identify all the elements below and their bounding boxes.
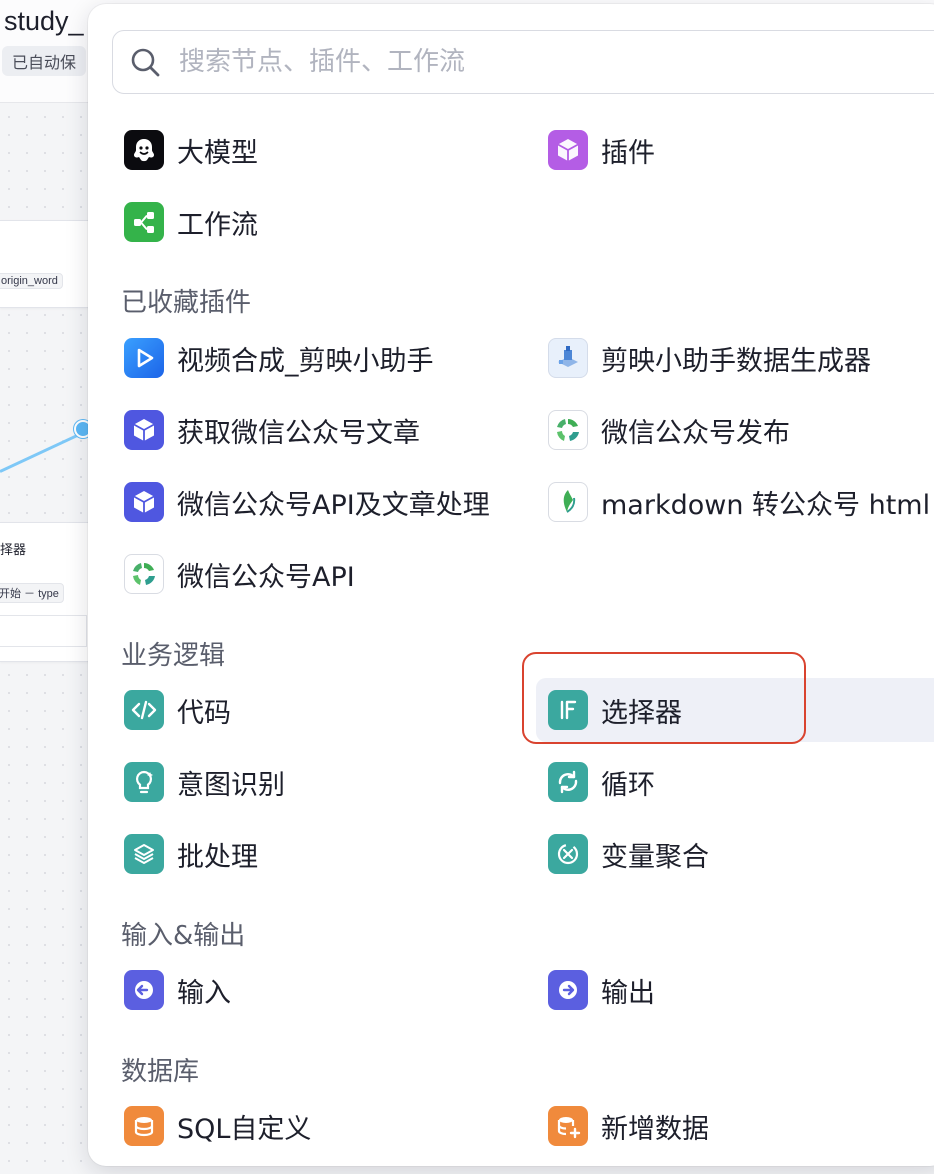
wechat-swirl-icon <box>548 410 588 450</box>
workflow-node[interactable]: origin_word <box>0 220 89 308</box>
section-title-favorites: 已收藏插件 <box>121 288 252 318</box>
item-label: 微信公众号发布 <box>601 417 790 449</box>
variable-merge-icon <box>548 834 588 874</box>
item-label: 变量聚合 <box>601 841 709 873</box>
item-variable-merge[interactable]: 变量聚合 <box>536 825 709 883</box>
app-title: study_ <box>4 6 84 36</box>
layers-icon <box>124 834 164 874</box>
item-output[interactable]: 输出 <box>536 961 655 1019</box>
selector-node-condition: 开始 － type <box>0 583 64 603</box>
section-title-io: 输入&输出 <box>121 921 246 951</box>
item-label: 输入 <box>177 977 231 1009</box>
cube-icon <box>124 482 164 522</box>
item-wechat-publish[interactable]: 微信公众号发布 <box>536 401 790 459</box>
item-label: markdown 转公众号 html <box>601 489 931 521</box>
cube-icon <box>124 410 164 450</box>
item-label: SQL自定义 <box>177 1113 312 1145</box>
item-label: 循环 <box>601 769 655 801</box>
item-label: 微信公众号API <box>177 561 355 593</box>
item-label: 大模型 <box>177 137 258 169</box>
item-loop[interactable]: 循环 <box>536 753 655 811</box>
item-video-compose[interactable]: 视频合成_剪映小助手 <box>88 329 434 387</box>
input-arrow-icon <box>124 970 164 1010</box>
selector-node-row <box>0 615 87 647</box>
wechat-leaf-icon <box>548 482 588 522</box>
item-plugin[interactable]: 插件 <box>536 121 655 179</box>
selector-node-title: 择器 <box>0 543 27 558</box>
item-label: 选择器 <box>601 697 682 729</box>
item-label: 代码 <box>177 697 231 729</box>
node-picker-panel: 大模型 插件 工作流 已收藏插件 视频合成_剪映小助手 <box>88 4 934 1166</box>
item-batch-process[interactable]: 批处理 <box>88 825 258 883</box>
autosave-status: 已自动保 <box>2 46 87 76</box>
item-sql-custom[interactable]: SQL自定义 <box>88 1097 311 1155</box>
item-label: 新增数据 <box>601 1113 709 1145</box>
item-label: 剪映小助手数据生成器 <box>601 345 871 377</box>
item-intent-recognition[interactable]: 意图识别 <box>88 753 285 811</box>
video-play-icon <box>124 338 164 378</box>
item-label: 插件 <box>601 137 655 169</box>
item-label: 视频合成_剪映小助手 <box>177 345 434 377</box>
selector-node[interactable]: 择器 开始 － type <box>0 522 89 662</box>
node-variable-tag: origin_word <box>0 273 63 289</box>
item-fetch-wechat-article[interactable]: 获取微信公众号文章 <box>88 401 420 459</box>
item-markdown-to-wechat[interactable]: markdown 转公众号 html <box>536 473 930 531</box>
item-workflow[interactable]: 工作流 <box>88 193 258 251</box>
plugin-cube-icon <box>548 130 588 170</box>
if-icon <box>548 690 588 730</box>
item-label: 批处理 <box>177 841 258 873</box>
item-add-data[interactable]: 新增数据 <box>536 1097 709 1155</box>
item-llm[interactable]: 大模型 <box>88 121 258 179</box>
item-label: 微信公众号API及文章处理 <box>177 489 490 521</box>
item-wechat-api[interactable]: 微信公众号API <box>88 545 355 603</box>
search-box[interactable] <box>112 30 934 94</box>
search-icon <box>131 48 160 77</box>
section-title-database: 数据库 <box>121 1057 200 1087</box>
workflow-icon <box>124 202 164 242</box>
llm-icon <box>124 130 164 170</box>
data-generator-icon <box>548 338 588 378</box>
item-input[interactable]: 输入 <box>88 961 231 1019</box>
item-label: 意图识别 <box>177 769 285 801</box>
code-icon <box>124 690 164 730</box>
database-add-icon <box>548 1106 588 1146</box>
item-code[interactable]: 代码 <box>88 681 231 739</box>
section-title-logic: 业务逻辑 <box>121 641 226 671</box>
item-data-generator[interactable]: 剪映小助手数据生成器 <box>536 329 871 387</box>
wechat-swirl-icon <box>124 554 164 594</box>
loop-icon <box>548 762 588 802</box>
output-arrow-icon <box>548 970 588 1010</box>
search-input[interactable] <box>177 41 934 83</box>
database-icon <box>124 1106 164 1146</box>
intent-bulb-icon <box>124 762 164 802</box>
item-label: 工作流 <box>177 209 258 241</box>
item-label: 输出 <box>601 977 655 1009</box>
item-wechat-api-article[interactable]: 微信公众号API及文章处理 <box>88 473 490 531</box>
item-selector[interactable]: 选择器 <box>536 681 682 739</box>
item-label: 获取微信公众号文章 <box>177 417 420 449</box>
